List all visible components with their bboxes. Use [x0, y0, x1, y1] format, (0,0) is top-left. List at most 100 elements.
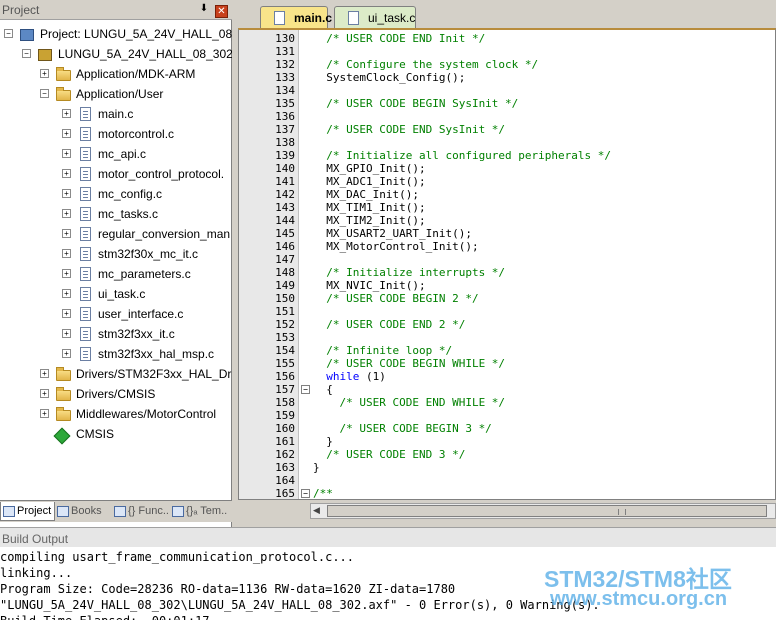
- panel-tab[interactable]: Books: [55, 502, 112, 521]
- panel-tab[interactable]: {} Func...: [112, 502, 170, 521]
- tree-item[interactable]: + Middlewares/MotorControl: [0, 405, 232, 425]
- folder-icon: [56, 387, 71, 401]
- code-line[interactable]: {: [313, 383, 333, 396]
- tree-item[interactable]: + Application/MDK-ARM: [0, 65, 232, 85]
- scrollbar-thumb[interactable]: [327, 505, 767, 517]
- code-line[interactable]: while (1): [313, 370, 386, 383]
- line-number: 139: [275, 149, 295, 162]
- code-line[interactable]: /* Initialize interrupts */: [313, 266, 505, 279]
- tree-expander-icon[interactable]: +: [62, 269, 71, 278]
- code-line[interactable]: /* USER CODE BEGIN 2 */: [313, 292, 478, 305]
- code-line[interactable]: /* USER CODE BEGIN WHILE */: [313, 357, 505, 370]
- tree-item[interactable]: + regular_conversion_man: [0, 225, 232, 245]
- tree-item-label: Middlewares/MotorControl: [76, 407, 217, 421]
- tree-expander-icon[interactable]: −: [40, 89, 49, 98]
- tree-item[interactable]: + stm32f3xx_it.c: [0, 325, 232, 345]
- tree-item[interactable]: + mc_api.c: [0, 145, 232, 165]
- tree-item[interactable]: + mc_tasks.c: [0, 205, 232, 225]
- keyword: while: [326, 370, 360, 383]
- build-output-log[interactable]: compiling usart_frame_communication_prot…: [0, 547, 776, 620]
- tree-expander-icon[interactable]: +: [62, 329, 71, 338]
- code-line[interactable]: MX_NVIC_Init();: [313, 279, 425, 292]
- panel-tab-label: {}ₐ Tem...: [186, 505, 228, 517]
- code-line[interactable]: /**: [313, 487, 333, 499]
- tree-item[interactable]: + motorcontrol.c: [0, 125, 232, 145]
- tree-item[interactable]: + Drivers/STM32F3xx_HAL_Dri: [0, 365, 232, 385]
- code-line[interactable]: }: [313, 435, 333, 448]
- code-line[interactable]: MX_GPIO_Init();: [313, 162, 425, 175]
- fold-toggle-icon[interactable]: −: [301, 489, 310, 498]
- tree-item[interactable]: + ui_task.c: [0, 285, 232, 305]
- tree-expander-icon[interactable]: +: [62, 129, 71, 138]
- tree-item-label: Application/User: [76, 87, 164, 101]
- tree-item[interactable]: − Project: LUNGU_5A_24V_HALL_08_30: [0, 25, 232, 45]
- editor-tab[interactable]: ui_task.c: [334, 6, 416, 28]
- tree-expander-icon[interactable]: +: [62, 189, 71, 198]
- tree-item[interactable]: + motor_control_protocol.: [0, 165, 232, 185]
- editor-tab-label: ui_task.c: [368, 11, 416, 25]
- tree-item[interactable]: − Application/User: [0, 85, 232, 105]
- code-line[interactable]: /* Configure the system clock */: [313, 58, 538, 71]
- tree-item[interactable]: + Drivers/CMSIS: [0, 385, 232, 405]
- tree-item[interactable]: CMSIS: [0, 425, 232, 445]
- horizontal-scrollbar[interactable]: ◀: [310, 503, 776, 519]
- tree-expander-icon[interactable]: −: [4, 29, 13, 38]
- code-editor[interactable]: 130 131 132 133 134 135 136 137 138 139 140 141 142 1…: [238, 28, 776, 500]
- scroll-left-icon[interactable]: ◀: [313, 506, 320, 516]
- code-line[interactable]: /* USER CODE BEGIN SysInit */: [313, 97, 518, 110]
- code-line[interactable]: /* Infinite loop */: [313, 344, 452, 357]
- code-line[interactable]: /* USER CODE END WHILE */: [313, 396, 505, 409]
- code-line[interactable]: MX_ADC1_Init();: [313, 175, 425, 188]
- code-line[interactable]: SystemClock_Config();: [313, 71, 465, 84]
- tree-expander-icon[interactable]: +: [62, 109, 71, 118]
- code-line[interactable]: /* USER CODE BEGIN 3 */: [313, 422, 491, 435]
- tree-expander-icon[interactable]: +: [40, 389, 49, 398]
- tree-expander-icon[interactable]: +: [62, 249, 71, 258]
- panel-tab[interactable]: {}ₐ Tem...: [170, 502, 228, 521]
- pin-icon[interactable]: ⬇: [198, 3, 210, 16]
- file-icon: [80, 167, 91, 181]
- tab-icon: [57, 506, 69, 517]
- tree-expander-icon[interactable]: +: [62, 209, 71, 218]
- code-line[interactable]: MX_DAC_Init();: [313, 188, 419, 201]
- tree-item[interactable]: + mc_config.c: [0, 185, 232, 205]
- line-number: 131: [275, 45, 295, 58]
- line-number: 136: [275, 110, 295, 123]
- tree-expander-icon[interactable]: +: [62, 169, 71, 178]
- code-line[interactable]: /* Initialize all configured peripherals…: [313, 149, 611, 162]
- tree-expander-icon[interactable]: +: [62, 289, 71, 298]
- tree-expander-icon[interactable]: +: [40, 369, 49, 378]
- file-icon: [80, 247, 91, 261]
- tree-item-label: stm32f3xx_it.c: [98, 327, 175, 341]
- tree-item-label: motor_control_protocol.: [98, 167, 225, 181]
- code-line[interactable]: MX_USART2_UART_Init();: [313, 227, 472, 240]
- code-line[interactable]: MX_TIM2_Init();: [313, 214, 425, 227]
- fold-toggle-icon[interactable]: −: [301, 385, 310, 394]
- code-line[interactable]: /* USER CODE END 3 */: [313, 448, 465, 461]
- code-line[interactable]: /* USER CODE END Init */: [313, 32, 485, 45]
- panel-tab[interactable]: Project: [0, 502, 55, 521]
- tree-item[interactable]: + mc_parameters.c: [0, 265, 232, 285]
- tree-expander-icon[interactable]: +: [62, 349, 71, 358]
- tree-expander-icon[interactable]: +: [62, 149, 71, 158]
- tree-item[interactable]: + main.c: [0, 105, 232, 125]
- code-line[interactable]: MX_TIM1_Init();: [313, 201, 425, 214]
- code-line[interactable]: MX_MotorControl_Init();: [313, 240, 478, 253]
- tree-expander-icon[interactable]: +: [62, 229, 71, 238]
- tree-expander-icon[interactable]: +: [40, 409, 49, 418]
- tree-expander-icon[interactable]: −: [22, 49, 31, 58]
- editor-tab[interactable]: main.c: [260, 6, 332, 28]
- code-line[interactable]: /* USER CODE END 2 */: [313, 318, 465, 331]
- tree-item[interactable]: + user_interface.c: [0, 305, 232, 325]
- code-line[interactable]: }: [313, 461, 320, 474]
- tree-item[interactable]: − LUNGU_5A_24V_HALL_08_302: [0, 45, 232, 65]
- editor-tabbar: main.c ui_task.c: [238, 0, 776, 28]
- code-line[interactable]: /* USER CODE END SysInit */: [313, 123, 505, 136]
- tree-item-label: stm32f30x_mc_it.c: [98, 247, 199, 261]
- project-tree: − Project: LUNGU_5A_24V_HALL_08_30− LUNGU_…: [0, 22, 232, 497]
- tree-expander-icon[interactable]: +: [40, 69, 49, 78]
- tree-item[interactable]: + stm32f3xx_hal_msp.c: [0, 345, 232, 365]
- tree-item[interactable]: + stm32f30x_mc_it.c: [0, 245, 232, 265]
- close-panel-button[interactable]: ✕: [215, 5, 228, 18]
- tree-expander-icon[interactable]: +: [62, 309, 71, 318]
